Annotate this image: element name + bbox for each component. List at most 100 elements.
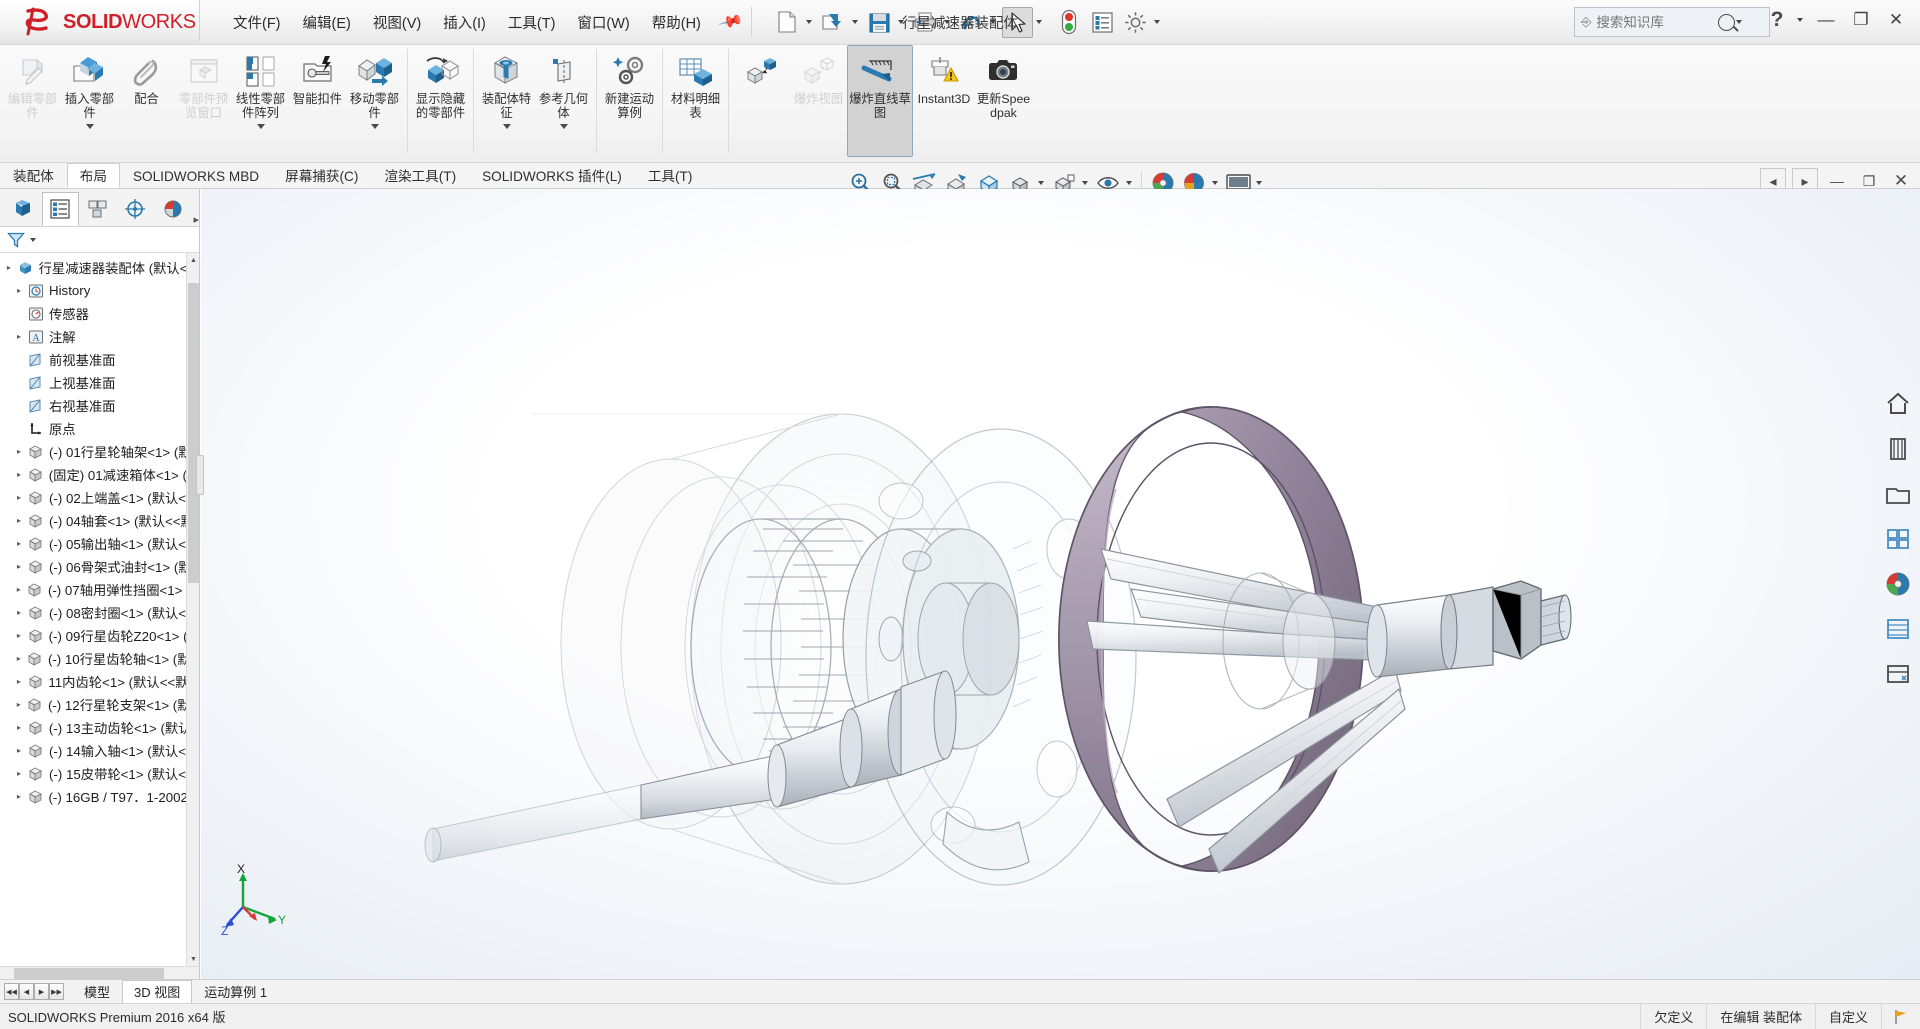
view-home-button[interactable]	[1878, 384, 1918, 424]
save-document-button[interactable]	[864, 7, 895, 38]
search-input[interactable]	[1596, 15, 1716, 30]
tree-twisty[interactable]: ▸	[12, 654, 26, 663]
tree-twisty[interactable]: ▸	[12, 677, 26, 686]
tree-item-component-16-washer[interactable]: ▸ (-) 16GB / T97．1-2002垫	[0, 785, 199, 808]
tree-twisty[interactable]: ▸	[12, 746, 26, 755]
scene-dropdown[interactable]	[1212, 181, 1218, 185]
menu-bar[interactable]: 文件(F) 编辑(E) 视图(V) 插入(I) 工具(T) 窗口(W) 帮助(H…	[222, 8, 741, 37]
search-icon[interactable]	[1718, 14, 1735, 31]
graphics-viewport[interactable]: X Y Z	[201, 189, 1920, 979]
tree-twisty[interactable]: ▸	[12, 516, 26, 525]
ribbon-assembly-features[interactable]: 装配体特征	[478, 45, 535, 157]
tree-item-right-plane[interactable]: 右视基准面	[0, 394, 199, 417]
tree-scroll-up-arrow[interactable]: ▲	[187, 253, 199, 267]
search-dropdown[interactable]	[1736, 20, 1742, 24]
design-library-button[interactable]	[1878, 474, 1918, 514]
help-dropdown[interactable]	[1797, 18, 1803, 22]
configuration-manager-tab[interactable]	[79, 192, 117, 226]
help-button[interactable]: ?	[1761, 4, 1793, 36]
ribbon-explode-line-sketch[interactable]: 爆炸视图	[790, 45, 847, 157]
tree-item-sensors[interactable]: 传感器	[0, 302, 199, 325]
bottom-tab-3d-views[interactable]: 3D 视图	[122, 980, 192, 1003]
ribbon-instant3d[interactable]: 爆炸直线草图	[847, 45, 913, 157]
tree-item-component-10-planet-gear-shaft[interactable]: ▸ (-) 10行星齿轮轴<1> (默认	[0, 647, 199, 670]
tree-twisty[interactable]: ▸	[12, 585, 26, 594]
tree-item-component-05-output-shaft[interactable]: ▸ (-) 05输出轴<1> (默认<	[0, 532, 199, 555]
ribbon-show-hidden-components[interactable]: 显示隐藏的零部件	[412, 45, 469, 157]
settings-button[interactable]	[1120, 7, 1151, 38]
ribbon-assembly-features-dropdown[interactable]	[503, 124, 511, 129]
ribbon-smart-fasteners[interactable]: 智能扣件	[289, 45, 346, 157]
tree-vertical-scrollbar[interactable]: ▲ ▼	[186, 253, 199, 966]
tree-twisty[interactable]: ▸	[12, 332, 26, 341]
apply-scene-dropdown[interactable]	[1126, 181, 1132, 185]
view-settings-dropdown[interactable]	[1038, 181, 1044, 185]
feature-manager-tab[interactable]	[4, 192, 42, 226]
tree-twisty[interactable]: ▸	[12, 539, 26, 548]
menu-insert[interactable]: 插入(I)	[432, 8, 497, 37]
view-palette-button[interactable]	[1878, 564, 1918, 604]
tab-solidworks-addins[interactable]: SOLIDWORKS 插件(L)	[469, 163, 635, 188]
tree-root-assembly[interactable]: ▸ 行星减速器装配体 (默认<默	[0, 256, 199, 279]
menu-edit[interactable]: 编辑(E)	[292, 8, 362, 37]
tree-item-component-01-housing[interactable]: ▸ (固定) 01减速箱体<1> (默	[0, 463, 199, 486]
pin-icon[interactable]: 📌	[717, 8, 744, 35]
nav-last-button[interactable]: ▶▶	[49, 983, 64, 1000]
rebuild-button[interactable]	[1054, 7, 1085, 38]
ribbon-move-component-dropdown[interactable]	[371, 124, 379, 129]
appearances-panel-button[interactable]	[1878, 429, 1918, 469]
ribbon-move-component[interactable]: 移动零部件	[346, 45, 403, 157]
open-document-dropdown[interactable]	[852, 20, 858, 24]
feature-tree-filter-bar[interactable]	[0, 227, 199, 253]
tree-scroll-down-arrow[interactable]: ▼	[187, 952, 199, 966]
hide-show-items-dropdown[interactable]	[1082, 181, 1088, 185]
ribbon-insert-component-dropdown[interactable]	[86, 124, 94, 129]
tree-item-history[interactable]: ▸ History	[0, 279, 199, 302]
menu-view[interactable]: 视图(V)	[362, 8, 432, 37]
close-button[interactable]: ✕	[1880, 4, 1912, 36]
ribbon-reference-geometry[interactable]: 参考几何体	[535, 45, 592, 157]
tree-twisty[interactable]: ▸	[12, 769, 26, 778]
settings-dropdown[interactable]	[1154, 20, 1160, 24]
bottom-tab-motion-study-1[interactable]: 运动算例 1	[192, 980, 279, 1003]
tree-root-twisty[interactable]: ▸	[2, 263, 16, 272]
new-document-button[interactable]	[772, 7, 803, 38]
tree-twisty[interactable]: ▸	[12, 700, 26, 709]
tab-solidworks-mbd[interactable]: SOLIDWORKS MBD	[120, 163, 272, 188]
tree-item-component-07-retaining-ring[interactable]: ▸ (-) 07轴用弹性挡圈<1> (默	[0, 578, 199, 601]
filter-funnel-icon[interactable]	[7, 231, 27, 249]
tree-twisty[interactable]: ▸	[12, 447, 26, 456]
ribbon-new-motion-study[interactable]: 新建运动算例	[601, 45, 658, 157]
new-document-dropdown[interactable]	[806, 20, 812, 24]
ribbon-bill-of-materials[interactable]: 材料明细表	[667, 45, 724, 157]
dimxpert-manager-tab[interactable]	[117, 192, 155, 226]
tree-twisty[interactable]: ▸	[12, 562, 26, 571]
menu-file[interactable]: 文件(F)	[222, 8, 292, 37]
search-box[interactable]: ⎆	[1574, 7, 1770, 37]
feature-tree[interactable]: ▸ 行星减速器装配体 (默认<默 ▸	[0, 253, 199, 966]
nav-first-button[interactable]: ◀◀	[4, 983, 19, 1000]
file-explorer-button[interactable]	[1878, 519, 1918, 559]
ribbon-update-speedpak[interactable]: Instant3D	[913, 45, 975, 157]
restore-button[interactable]: ❐	[1845, 4, 1877, 36]
tab-navigation-buttons[interactable]: ◀◀ ◀ ▶ ▶▶	[0, 983, 64, 1000]
tab-tools[interactable]: 工具(T)	[635, 163, 706, 188]
minimize-button[interactable]: —	[1810, 4, 1842, 36]
ribbon-mate[interactable]: 配合	[118, 45, 175, 157]
tree-twisty[interactable]: ▸	[12, 792, 26, 801]
manager-tabs-overflow-arrow[interactable]: ▸	[194, 213, 200, 226]
nav-next-button[interactable]: ▶	[34, 983, 49, 1000]
tree-item-front-plane[interactable]: 前视基准面	[0, 348, 199, 371]
tree-horizontal-scrollbar[interactable]	[0, 966, 199, 979]
menu-window[interactable]: 窗口(W)	[566, 8, 640, 37]
tree-twisty[interactable]: ▸	[12, 286, 26, 295]
tree-item-component-09-planet-gear[interactable]: ▸ (-) 09行星齿轮Z20<1> (默	[0, 624, 199, 647]
task-pane-toolbar[interactable]	[1878, 384, 1920, 694]
tree-item-component-08-seal-ring[interactable]: ▸ (-) 08密封圈<1> (默认<<	[0, 601, 199, 624]
tree-item-component-01-carrier[interactable]: ▸ (-) 01行星轮轴架<1> (默	[0, 440, 199, 463]
open-document-button[interactable]	[818, 7, 849, 38]
tree-hscroll-thumb[interactable]	[14, 968, 164, 979]
tree-item-component-06-oil-seal[interactable]: ▸ (-) 06骨架式油封<1> (默	[0, 555, 199, 578]
tree-twisty[interactable]: ▸	[12, 608, 26, 617]
tree-twisty[interactable]: ▸	[12, 493, 26, 502]
